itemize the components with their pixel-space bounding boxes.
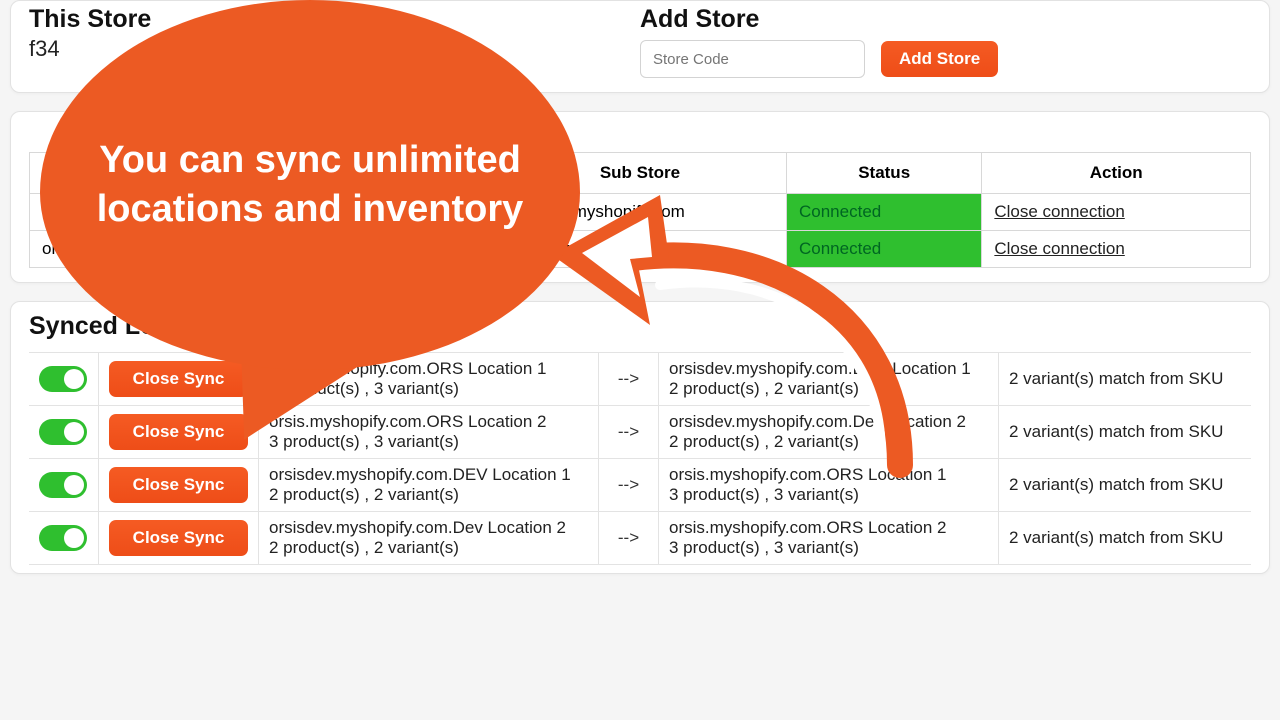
close-sync-button[interactable]: Close Sync: [109, 467, 248, 503]
sync-match: 2 variant(s) match from SKU: [999, 406, 1251, 458]
sync-toggle[interactable]: [39, 472, 87, 498]
sync-toggle[interactable]: [39, 525, 87, 551]
sync-toggle[interactable]: [39, 419, 87, 445]
col-status: Status: [787, 153, 982, 194]
arrow-icon: -->: [599, 512, 659, 564]
sync-toggle[interactable]: [39, 366, 87, 392]
sync-row: Close Sync orsisdev.myshopify.com.Dev Lo…: [29, 511, 1251, 565]
callout-text: You can sync unlimited locations and inv…: [90, 136, 530, 235]
callout-bubble: You can sync unlimited locations and inv…: [40, 0, 580, 370]
sync-from: orsisdev.myshopify.com.Dev Location 2 2 …: [259, 512, 599, 564]
curved-arrow-icon: [540, 195, 920, 495]
add-store-section: Add Store Add Store: [640, 1, 1251, 78]
sync-to: orsis.myshopify.com.ORS Location 2 3 pro…: [659, 512, 999, 564]
sync-match: 2 variant(s) match from SKU: [999, 512, 1251, 564]
sync-match: 2 variant(s) match from SKU: [999, 353, 1251, 405]
close-connection-link[interactable]: Close connection: [994, 202, 1124, 221]
store-code-input[interactable]: [640, 40, 865, 78]
close-connection-link[interactable]: Close connection: [994, 239, 1124, 258]
col-action: Action: [982, 153, 1251, 194]
add-store-button[interactable]: Add Store: [881, 41, 998, 77]
close-sync-button[interactable]: Close Sync: [109, 520, 248, 556]
add-store-title: Add Store: [640, 5, 1251, 34]
sync-match: 2 variant(s) match from SKU: [999, 459, 1251, 511]
